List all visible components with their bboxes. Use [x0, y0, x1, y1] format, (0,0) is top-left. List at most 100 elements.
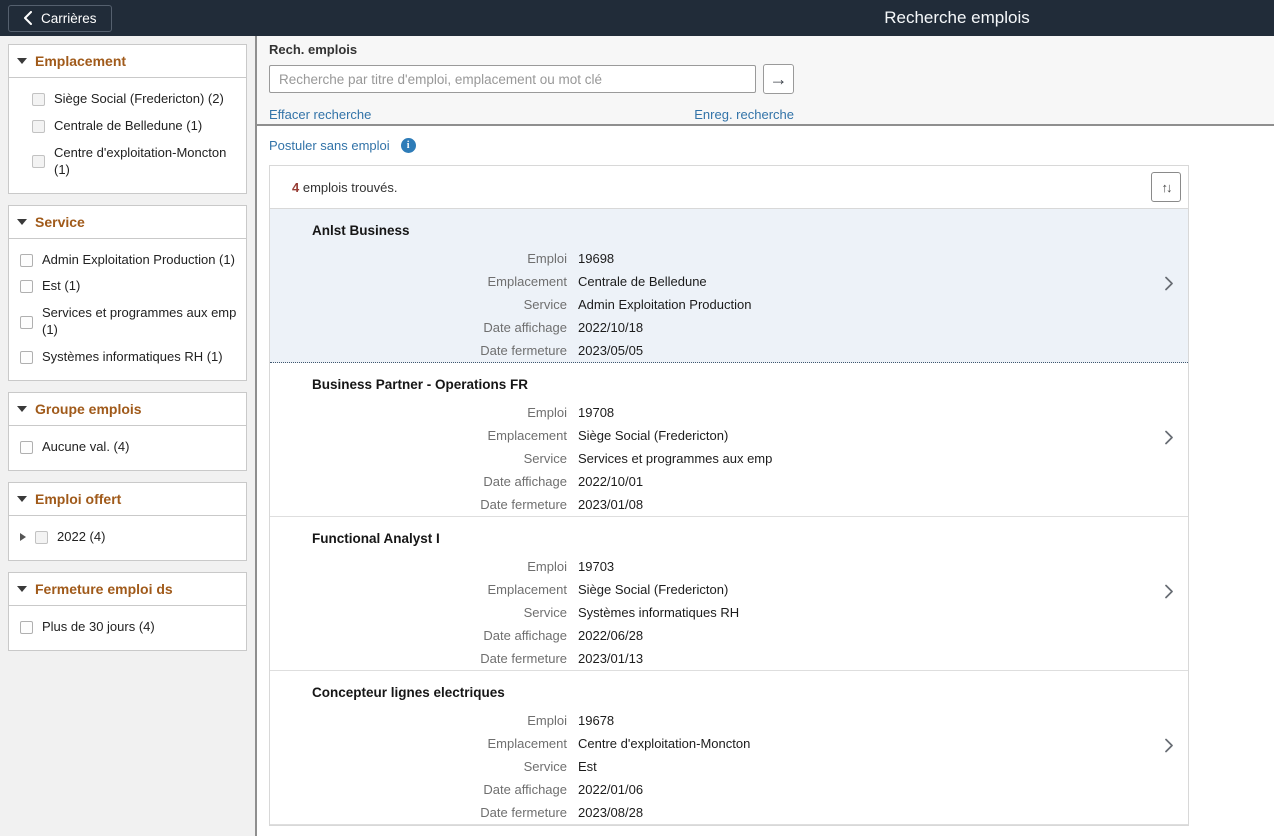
job-card[interactable]: Functional Analyst I Emploi 19703 Emplac…	[270, 517, 1188, 671]
facet-option-plus-30-jours[interactable]: Plus de 30 jours (4)	[20, 614, 240, 641]
checkbox[interactable]	[20, 280, 33, 293]
job-title: Business Partner - Operations FR	[312, 377, 1148, 392]
field-label: Date affichage	[312, 470, 567, 493]
checkbox[interactable]	[32, 93, 45, 106]
field-label: Emploi	[312, 555, 567, 578]
field-label: Date affichage	[312, 624, 567, 647]
results-panel: 4 emplois trouvés. ↑↓ Anlst Business Emp…	[269, 165, 1189, 826]
job-location: Siège Social (Fredericton)	[578, 578, 1148, 601]
field-label: Emplacement	[312, 578, 567, 601]
field-label: Emploi	[312, 247, 567, 270]
results-count: 4 emplois trouvés.	[292, 180, 398, 195]
job-close-date: 2023/08/28	[578, 801, 1148, 824]
facet-option-2022[interactable]: 2022 (4)	[20, 524, 240, 551]
facet-option-est[interactable]: Est (1)	[20, 273, 240, 300]
job-department: Systèmes informatiques RH	[578, 601, 1148, 624]
checkbox[interactable]	[20, 621, 33, 634]
job-id: 19698	[578, 247, 1148, 270]
chevron-down-icon	[17, 58, 27, 64]
job-posted-date: 2022/01/06	[578, 778, 1148, 801]
clear-search-link[interactable]: Effacer recherche	[269, 107, 371, 122]
field-label: Emploi	[312, 709, 567, 732]
job-department: Admin Exploitation Production	[578, 293, 1148, 316]
job-id: 19708	[578, 401, 1148, 424]
sort-button[interactable]: ↑↓	[1151, 172, 1181, 202]
chevron-right-icon	[1165, 737, 1174, 758]
job-title: Concepteur lignes electriques	[312, 685, 1148, 700]
chevron-right-icon	[1165, 583, 1174, 604]
field-label: Service	[312, 447, 567, 470]
facet-service: Service Admin Exploitation Production (1…	[8, 205, 247, 381]
job-title: Functional Analyst I	[312, 531, 1148, 546]
facet-groupe-emplois-header[interactable]: Groupe emplois	[9, 393, 246, 426]
facet-emploi-offert-header[interactable]: Emploi offert	[9, 483, 246, 516]
field-label: Date fermeture	[312, 801, 567, 824]
facet-option-systemes-informatiques[interactable]: Systèmes informatiques RH (1)	[20, 344, 240, 371]
job-card[interactable]: Anlst Business Emploi 19698 Emplacement …	[270, 209, 1188, 363]
search-label: Rech. emplois	[269, 42, 1274, 57]
checkbox[interactable]	[20, 441, 33, 454]
chevron-down-icon	[17, 219, 27, 225]
field-label: Emplacement	[312, 732, 567, 755]
job-id: 19678	[578, 709, 1148, 732]
results-count-text: emplois trouvés.	[299, 180, 397, 195]
facet-option-centrale-belledune[interactable]: Centrale de Belledune (1)	[32, 113, 240, 140]
field-label: Service	[312, 601, 567, 624]
chevron-right-icon	[1165, 275, 1174, 296]
search-submit-button[interactable]: →	[763, 64, 794, 94]
facet-title: Fermeture emploi ds	[35, 581, 173, 597]
checkbox[interactable]	[20, 254, 33, 267]
job-close-date: 2023/05/05	[578, 339, 1148, 362]
facet-option-admin-exploitation[interactable]: Admin Exploitation Production (1)	[20, 247, 240, 274]
facet-emplacement: Emplacement Siège Social (Fredericton) (…	[8, 44, 247, 194]
arrow-right-icon: →	[770, 70, 788, 88]
job-posted-date: 2022/06/28	[578, 624, 1148, 647]
job-card[interactable]: Business Partner - Operations FR Emploi …	[270, 363, 1188, 517]
field-label: Service	[312, 755, 567, 778]
checkbox[interactable]	[35, 531, 48, 544]
back-button[interactable]: Carrières	[8, 5, 112, 32]
facet-option-centre-moncton[interactable]: Centre d'exploitation-Moncton (1)	[32, 140, 240, 184]
job-posted-date: 2022/10/01	[578, 470, 1148, 493]
job-location: Siège Social (Fredericton)	[578, 424, 1148, 447]
search-zone: Rech. emplois → Effacer recherche Enreg.…	[257, 36, 1274, 126]
results-header: 4 emplois trouvés. ↑↓	[270, 166, 1188, 209]
app-header: Carrières Recherche emplois	[0, 0, 1274, 36]
facet-fermeture-emploi-header[interactable]: Fermeture emploi ds	[9, 573, 246, 606]
checkbox[interactable]	[20, 316, 33, 329]
chevron-left-icon	[23, 11, 32, 25]
job-title: Anlst Business	[312, 223, 1148, 238]
search-input[interactable]	[269, 65, 756, 93]
chevron-right-icon	[1165, 429, 1174, 450]
job-card[interactable]: Concepteur lignes electriques Emploi 196…	[270, 671, 1188, 825]
field-label: Date affichage	[312, 316, 567, 339]
checkbox[interactable]	[32, 120, 45, 133]
job-id: 19703	[578, 555, 1148, 578]
save-search-link[interactable]: Enreg. recherche	[694, 107, 794, 122]
checkbox[interactable]	[32, 155, 45, 168]
facet-option-siege-social[interactable]: Siège Social (Fredericton) (2)	[32, 86, 240, 113]
field-label: Service	[312, 293, 567, 316]
facet-groupe-emplois: Groupe emplois Aucune val. (4)	[8, 392, 247, 471]
facet-emplacement-header[interactable]: Emplacement	[9, 45, 246, 78]
facet-title: Emplacement	[35, 53, 126, 69]
info-icon[interactable]: i	[401, 138, 416, 153]
page-title: Recherche emplois	[884, 8, 1030, 28]
results-area: Postuler sans emploi i 4 emplois trouvés…	[257, 126, 1274, 836]
job-close-date: 2023/01/13	[578, 647, 1148, 670]
field-label: Emplacement	[312, 270, 567, 293]
job-department: Est	[578, 755, 1148, 778]
expand-icon[interactable]	[20, 533, 26, 541]
apply-without-job-link[interactable]: Postuler sans emploi	[269, 138, 390, 153]
checkbox[interactable]	[20, 351, 33, 364]
field-label: Date fermeture	[312, 339, 567, 362]
chevron-down-icon	[17, 406, 27, 412]
facet-option-aucune-val[interactable]: Aucune val. (4)	[20, 434, 240, 461]
chevron-down-icon	[17, 586, 27, 592]
facet-option-services-programmes[interactable]: Services et programmes aux emp (1)	[20, 300, 240, 344]
facet-sidebar: Emplacement Siège Social (Fredericton) (…	[0, 36, 257, 836]
chevron-down-icon	[17, 496, 27, 502]
facet-title: Groupe emplois	[35, 401, 142, 417]
facet-service-header[interactable]: Service	[9, 206, 246, 239]
facet-fermeture-emploi: Fermeture emploi ds Plus de 30 jours (4)	[8, 572, 247, 651]
